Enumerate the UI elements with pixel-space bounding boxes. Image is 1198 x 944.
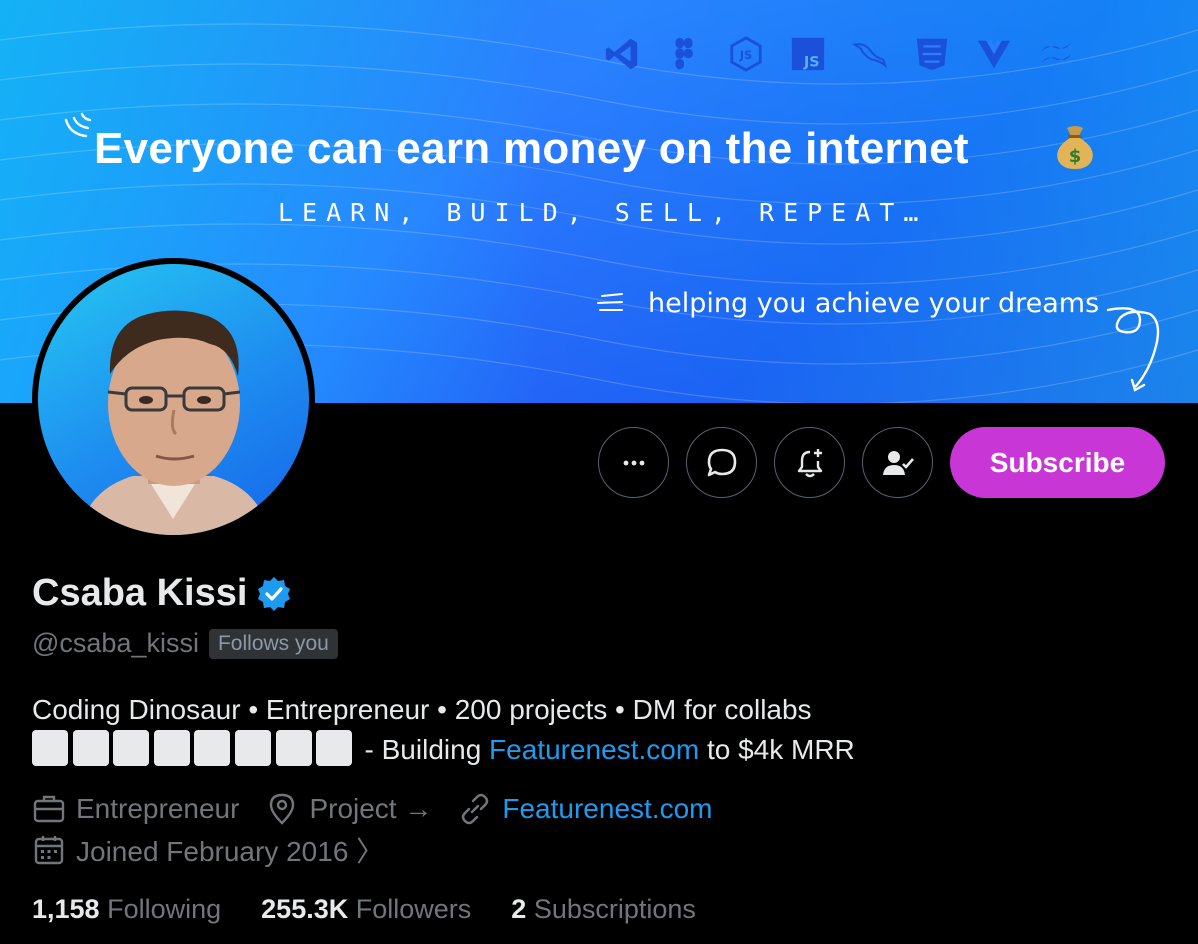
html-css-icon (910, 32, 954, 76)
profile-avatar[interactable] (32, 258, 315, 541)
profile-name-row: Csaba Kissi (32, 572, 293, 615)
followers-stat[interactable]: 255.3K Followers (261, 894, 471, 925)
emoji-placeholder-icon (275, 730, 312, 766)
following-label: Following (107, 894, 222, 924)
website-link[interactable]: Featurenest.com (502, 793, 712, 825)
profile-handle: @csaba_kissi (32, 628, 199, 658)
location-pin-icon (270, 793, 295, 825)
tailwind-icon (1034, 32, 1078, 76)
following-stat[interactable]: 1,158 Following (32, 894, 221, 925)
calendar-icon (34, 836, 64, 865)
banner-helping-text: helping you achieve your dreams (648, 288, 1100, 319)
profile-meta-row: Entrepreneur Project → Featurenest.com (32, 792, 738, 826)
profile-joined[interactable]: Joined February 2016 〉 (32, 830, 384, 870)
link-icon (462, 793, 489, 825)
emoji-placeholder-icon (153, 730, 190, 766)
profile-handle-row: @csaba_kissi Follows you (32, 628, 338, 659)
notifications-button[interactable] (774, 427, 845, 498)
emoji-placeholder-icon (194, 730, 231, 766)
banner-tagline: LEARN, BUILD, SELL, REPEAT… (278, 198, 928, 227)
subscriptions-label: Subscriptions (533, 894, 696, 924)
bell-plus-icon (797, 448, 822, 477)
message-button[interactable] (686, 427, 757, 498)
verified-badge-icon[interactable] (255, 575, 293, 613)
briefcase-icon (33, 795, 65, 823)
location-label: Project → (309, 793, 433, 824)
svg-text:$: $ (1069, 146, 1082, 167)
joined-label: Joined February 2016 〉 (76, 836, 385, 867)
bio-line-1: Coding Dinosaur • Entrepreneur • 200 pro… (32, 694, 812, 725)
user-check-icon (882, 450, 914, 475)
svg-text:JS: JS (739, 48, 752, 62)
profile-actions: Subscribe (598, 427, 1165, 498)
profile-website[interactable]: Featurenest.com (458, 792, 712, 826)
emoji-placeholder-icon (316, 730, 353, 766)
figma-icon (662, 32, 706, 76)
profile-joined-row: Joined February 2016 〉 (32, 830, 410, 870)
subscribe-button[interactable]: Subscribe (950, 427, 1165, 498)
emoji-placeholder-icon (234, 730, 271, 766)
banner-headline: Everyone can earn money on the internet (94, 124, 969, 173)
more-icon (623, 460, 644, 465)
nodejs-icon: JS (724, 32, 768, 76)
avatar-photo (38, 264, 309, 535)
profile-category: Entrepreneur (32, 792, 239, 826)
more-options-button[interactable] (598, 427, 669, 498)
bio-featurenest-link[interactable]: Featurenest.com (489, 734, 699, 765)
follows-you-badge: Follows you (208, 628, 338, 659)
emoji-placeholder-icon (113, 730, 150, 766)
subscriptions-count: 2 (511, 894, 527, 924)
profile-name: Csaba Kissi (32, 572, 248, 614)
speed-lines-icon (597, 293, 623, 311)
profile-stats: 1,158 Following 255.3K Followers 2 Subsc… (32, 894, 696, 925)
money-bag-icon: $ (1057, 126, 1093, 169)
bio-line-2: - Building Featurenest.com to $4k MRR (32, 730, 855, 770)
bio-mrr-text: to $4k MRR (706, 734, 855, 765)
emoji-placeholder-icon (72, 730, 109, 766)
followers-count: 255.3K (261, 894, 349, 924)
subscriptions-stat[interactable]: 2 Subscriptions (511, 894, 696, 925)
vue-icon (972, 32, 1016, 76)
profile-bio: Coding Dinosaur • Entrepreneur • 200 pro… (32, 690, 855, 770)
svg-text:JS: JS (803, 54, 820, 70)
tech-icons-row: JS JS (600, 32, 1078, 76)
emoji-placeholder-icon (32, 730, 68, 766)
vscode-icon (600, 32, 644, 76)
followers-label: Followers (355, 894, 472, 924)
following-count: 1,158 (32, 894, 100, 924)
mysql-icon (848, 32, 892, 76)
swirl-arrow-icon (1106, 307, 1160, 392)
profile-location: Project → (265, 792, 432, 826)
category-label: Entrepreneur (76, 793, 240, 824)
bio-building-text: - Building (364, 734, 482, 765)
javascript-icon: JS (786, 32, 830, 76)
message-bubble-icon (707, 448, 736, 476)
following-button[interactable] (862, 427, 933, 498)
